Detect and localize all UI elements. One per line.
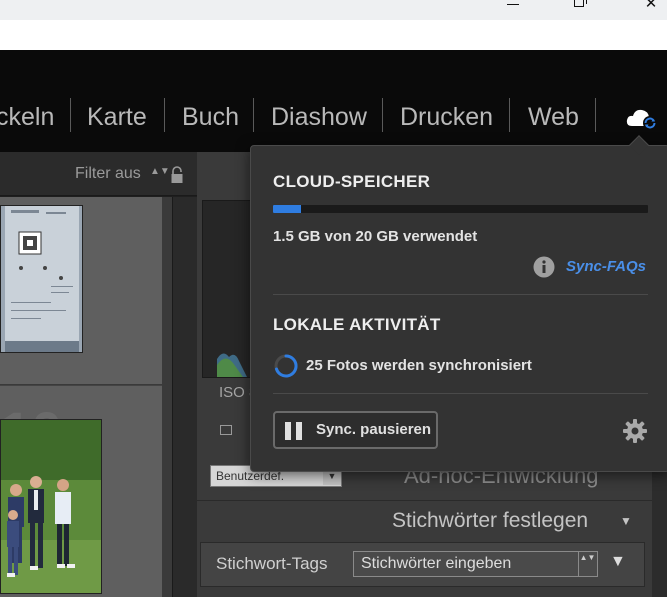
filter-preset-arrows[interactable]: ▲▼	[150, 167, 170, 177]
storage-usage-text: 1.5 GB von 20 GB verwendet	[273, 228, 478, 245]
grid-scrollbar[interactable]	[172, 197, 197, 597]
module-separator	[382, 98, 383, 132]
module-develop[interactable]: ckeln	[0, 103, 54, 131]
gear-icon[interactable]	[622, 418, 648, 444]
info-icon[interactable]	[533, 256, 555, 278]
document-photo	[1, 206, 82, 352]
module-map[interactable]: Karte	[87, 103, 147, 131]
module-separator	[595, 98, 596, 132]
sync-spinner-icon	[274, 354, 298, 378]
popover-divider	[273, 393, 648, 394]
module-separator	[509, 98, 510, 132]
lock-icon[interactable]	[170, 166, 184, 184]
family-photo	[1, 420, 101, 593]
filter-preset-select[interactable]: Filter aus	[75, 165, 141, 183]
module-web[interactable]: Web	[528, 103, 579, 131]
pause-sync-button[interactable]: Sync. pausieren	[273, 411, 438, 449]
restore-icon[interactable]	[564, 0, 594, 14]
photo-thumbnail[interactable]	[0, 205, 83, 353]
sync-status-text: 25 Fotos werden synchronisiert	[306, 357, 532, 374]
pause-sync-label: Sync. pausieren	[316, 421, 432, 438]
module-slideshow[interactable]: Diashow	[271, 103, 367, 131]
module-separator	[70, 98, 71, 132]
photo-thumbnail[interactable]	[0, 419, 102, 594]
window-titlebar: ✕	[0, 0, 667, 20]
module-print[interactable]: Drucken	[400, 103, 493, 131]
module-picker: ckeln Karte Buch Diashow Drucken Web	[0, 50, 667, 152]
collapse-triangle-icon[interactable]: ▼	[610, 553, 626, 571]
library-filter-bar: Filter aus ▲▼	[0, 152, 197, 196]
popover-divider	[273, 294, 648, 295]
cloud-sync-icon[interactable]	[624, 104, 660, 132]
grid-gutter	[162, 197, 172, 597]
right-panel-scrollbar[interactable]	[652, 470, 667, 597]
minimize-icon[interactable]	[498, 0, 528, 14]
close-icon[interactable]: ✕	[636, 0, 666, 14]
menu-bar	[0, 20, 667, 50]
module-separator	[253, 98, 254, 132]
keyword-tags-label: Stichwort-Tags	[216, 554, 328, 573]
photo-grid: 10	[0, 197, 197, 597]
keywording-title[interactable]: Stichwörter festlegen	[392, 509, 588, 533]
storage-usage-fill	[273, 205, 302, 213]
cloud-storage-heading: CLOUD-SPEICHER	[273, 172, 431, 191]
sync-faqs-link[interactable]: Sync-FAQs	[566, 258, 646, 275]
module-book[interactable]: Buch	[182, 103, 239, 131]
local-activity-heading: LOKALE AKTIVITÄT	[273, 315, 441, 334]
module-separator	[164, 98, 165, 132]
storage-usage-bar	[273, 205, 648, 213]
keyword-tags-stepper-icon[interactable]: ▲▼	[578, 552, 596, 576]
keyword-tags-select[interactable]: Stichwörter eingeben	[353, 551, 598, 577]
original-photo-checkbox[interactable]	[220, 425, 232, 435]
collapse-triangle-icon[interactable]: ▼	[620, 514, 632, 528]
grid-cell[interactable]	[0, 197, 162, 385]
pause-icon	[285, 422, 303, 440]
